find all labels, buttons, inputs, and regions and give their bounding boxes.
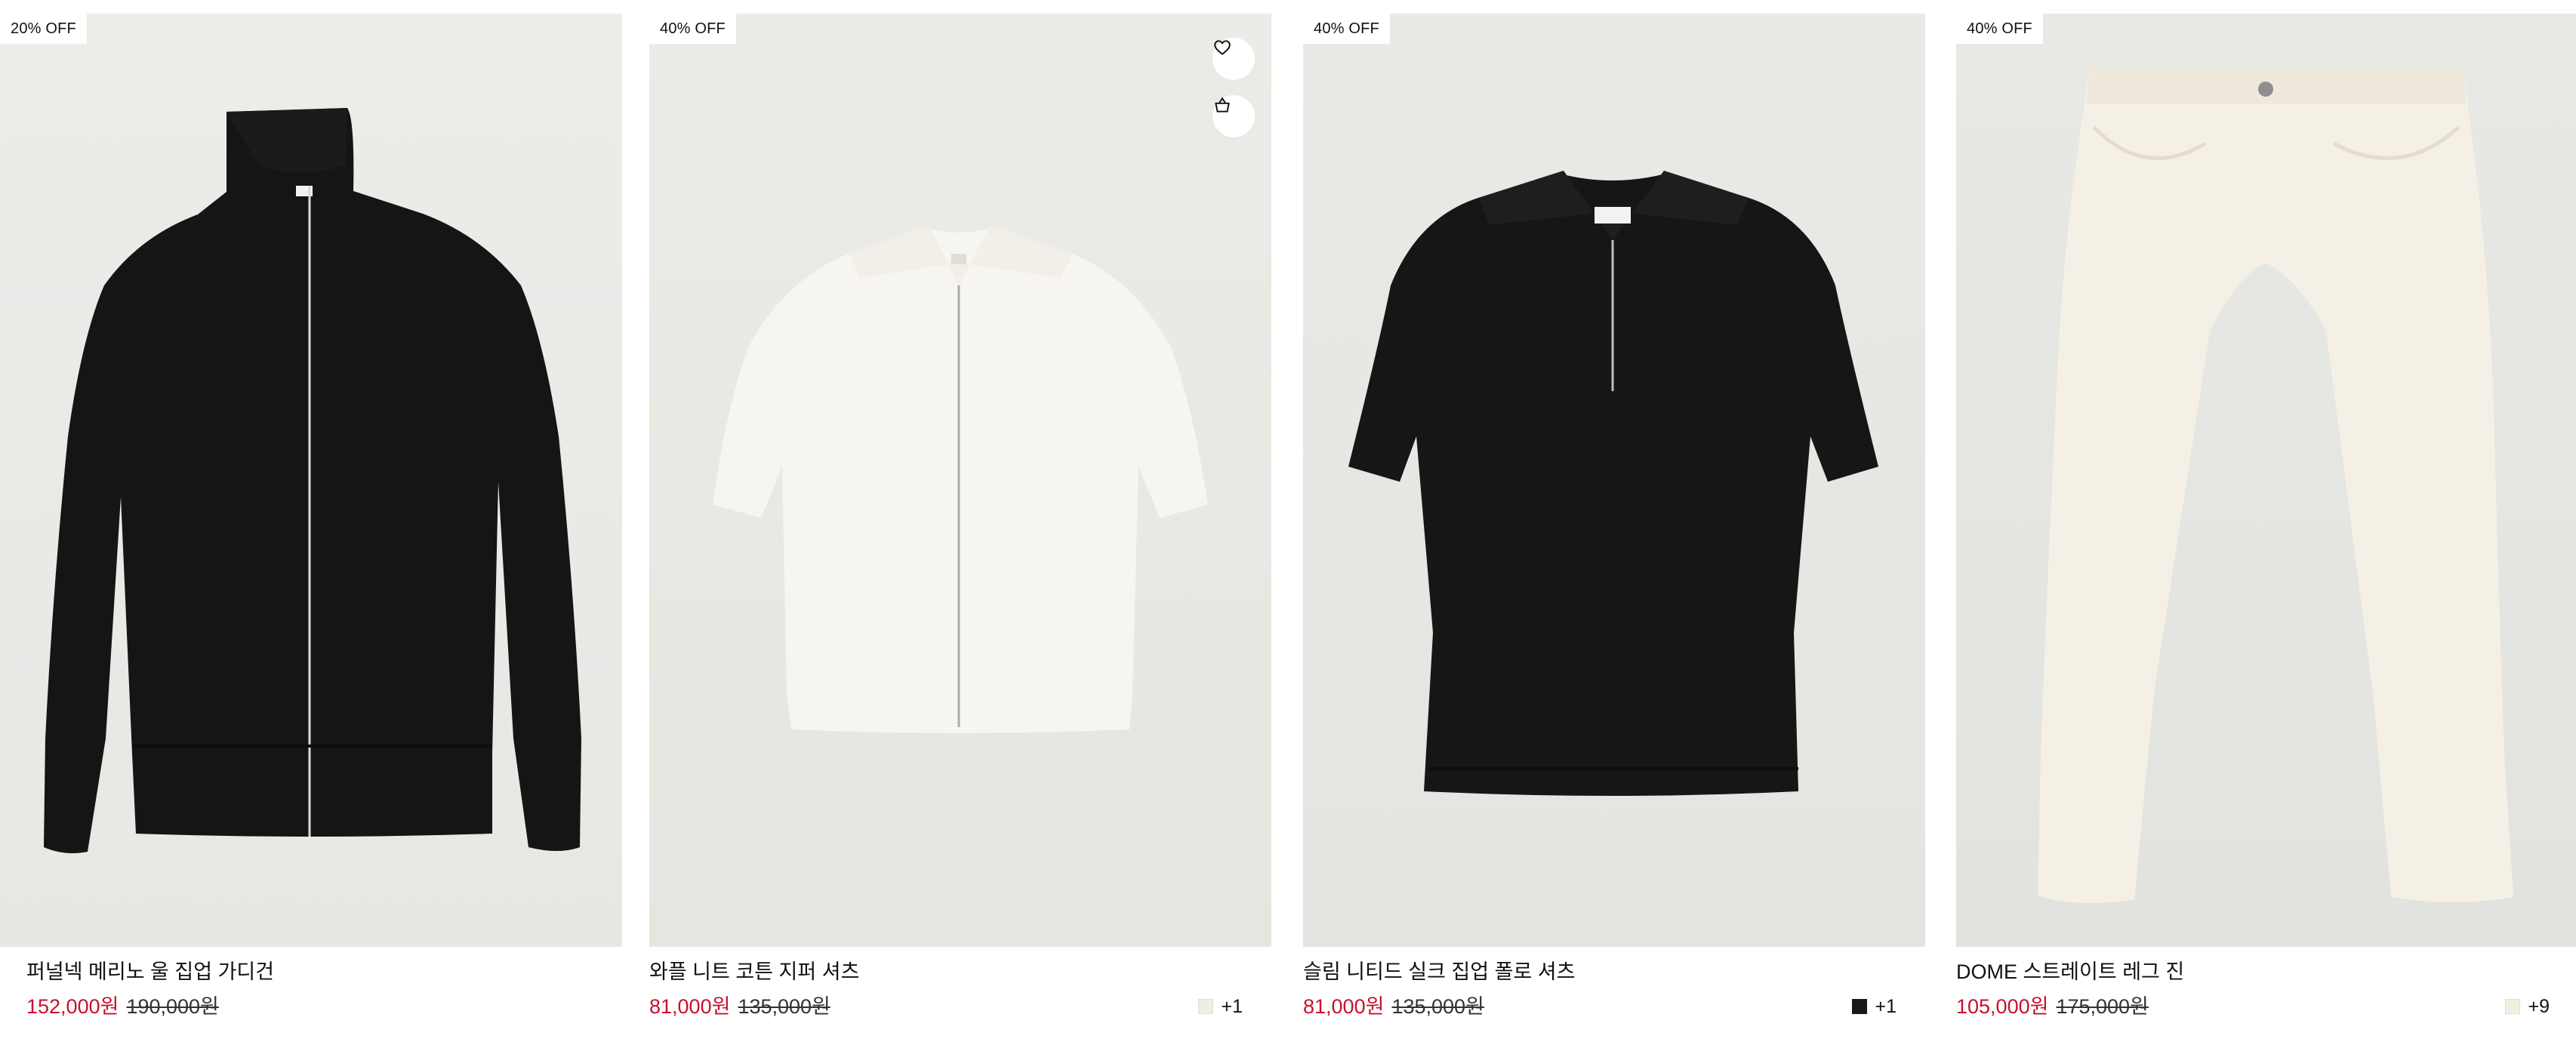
- product-name[interactable]: DOME 스트레이트 레그 진: [1956, 959, 2576, 985]
- product-image[interactable]: 20% OFF: [0, 14, 622, 947]
- color-swatches[interactable]: +1: [1198, 994, 1243, 1019]
- original-price: 135,000원: [738, 995, 830, 1018]
- original-price: 190,000원: [126, 995, 219, 1018]
- product-card[interactable]: 40% OFF 슬림 니티드 실크 집업 폴로 셔츠 81,000원 135,0…: [1303, 0, 1925, 1042]
- product-image[interactable]: 40% OFF: [1303, 14, 1925, 947]
- sale-price: 105,000원: [1956, 995, 2049, 1018]
- sale-price: 81,000원: [649, 995, 731, 1018]
- product-image[interactable]: 40% OFF: [1956, 14, 2576, 947]
- more-colors-count[interactable]: +1: [1221, 994, 1243, 1019]
- sale-price: 152,000원: [26, 995, 119, 1018]
- product-card[interactable]: 40% OFF 와플 니트 코튼 지퍼 셔츠 81,000원 135,000원: [649, 0, 1271, 1042]
- price-row: 152,000원 190,000원: [26, 994, 622, 1019]
- discount-badge: 40% OFF: [649, 14, 736, 44]
- price-row: 81,000원 135,000원 +1: [649, 994, 1271, 1019]
- color-swatch[interactable]: [1198, 999, 1214, 1014]
- product-info: 퍼널넥 메리노 울 집업 가디건 152,000원 190,000원: [26, 959, 622, 1019]
- more-colors-count[interactable]: +9: [2528, 994, 2550, 1019]
- product-card[interactable]: 20% OFF 퍼널넥 메리노 울 집업 가디건 152,000원 190,00…: [0, 0, 622, 1042]
- original-price: 135,000원: [1391, 995, 1484, 1018]
- price-row: 81,000원 135,000원 +1: [1303, 994, 1925, 1019]
- cardigan-image: [44, 108, 581, 853]
- product-info: 와플 니트 코튼 지퍼 셔츠 81,000원 135,000원 +1: [649, 959, 1271, 1019]
- polo-image: [1348, 171, 1878, 796]
- color-swatch[interactable]: [2505, 999, 2521, 1014]
- price-row: 105,000원 175,000원 +9: [1956, 994, 2576, 1019]
- add-to-bag-button[interactable]: [1213, 95, 1255, 137]
- more-colors-count[interactable]: +1: [1875, 994, 1897, 1019]
- shopping-bag-icon: [1215, 97, 1230, 113]
- product-info: DOME 스트레이트 레그 진 105,000원 175,000원 +9: [1956, 959, 2576, 1019]
- heart-icon: [1214, 40, 1231, 55]
- discount-badge: 20% OFF: [0, 14, 87, 44]
- product-name[interactable]: 퍼널넥 메리노 울 집업 가디건: [26, 959, 622, 985]
- color-swatches[interactable]: +9: [2505, 994, 2550, 1019]
- discount-badge: 40% OFF: [1956, 14, 2043, 44]
- product-image[interactable]: 40% OFF: [649, 14, 1271, 947]
- wishlist-button[interactable]: [1213, 38, 1255, 80]
- product-card[interactable]: 40% OFF DOME 스트레이트 레그 진 105,000원 175,000…: [1956, 0, 2576, 1042]
- product-grid: 20% OFF 퍼널넥 메리노 울 집업 가디건 152,000원 190,00…: [0, 0, 2576, 1042]
- jeans-image: [2038, 68, 2513, 903]
- product-info: 슬림 니티드 실크 집업 폴로 셔츠 81,000원 135,000원 +1: [1303, 959, 1925, 1019]
- discount-badge: 40% OFF: [1303, 14, 1390, 44]
- product-name[interactable]: 와플 니트 코튼 지퍼 셔츠: [649, 959, 1271, 985]
- color-swatch[interactable]: [1852, 999, 1868, 1014]
- zip-shirt-image: [713, 225, 1208, 733]
- color-swatches[interactable]: +1: [1852, 994, 1897, 1019]
- product-name[interactable]: 슬림 니티드 실크 집업 폴로 셔츠: [1303, 959, 1925, 985]
- sale-price: 81,000원: [1303, 995, 1385, 1018]
- original-price: 175,000원: [2056, 995, 2149, 1018]
